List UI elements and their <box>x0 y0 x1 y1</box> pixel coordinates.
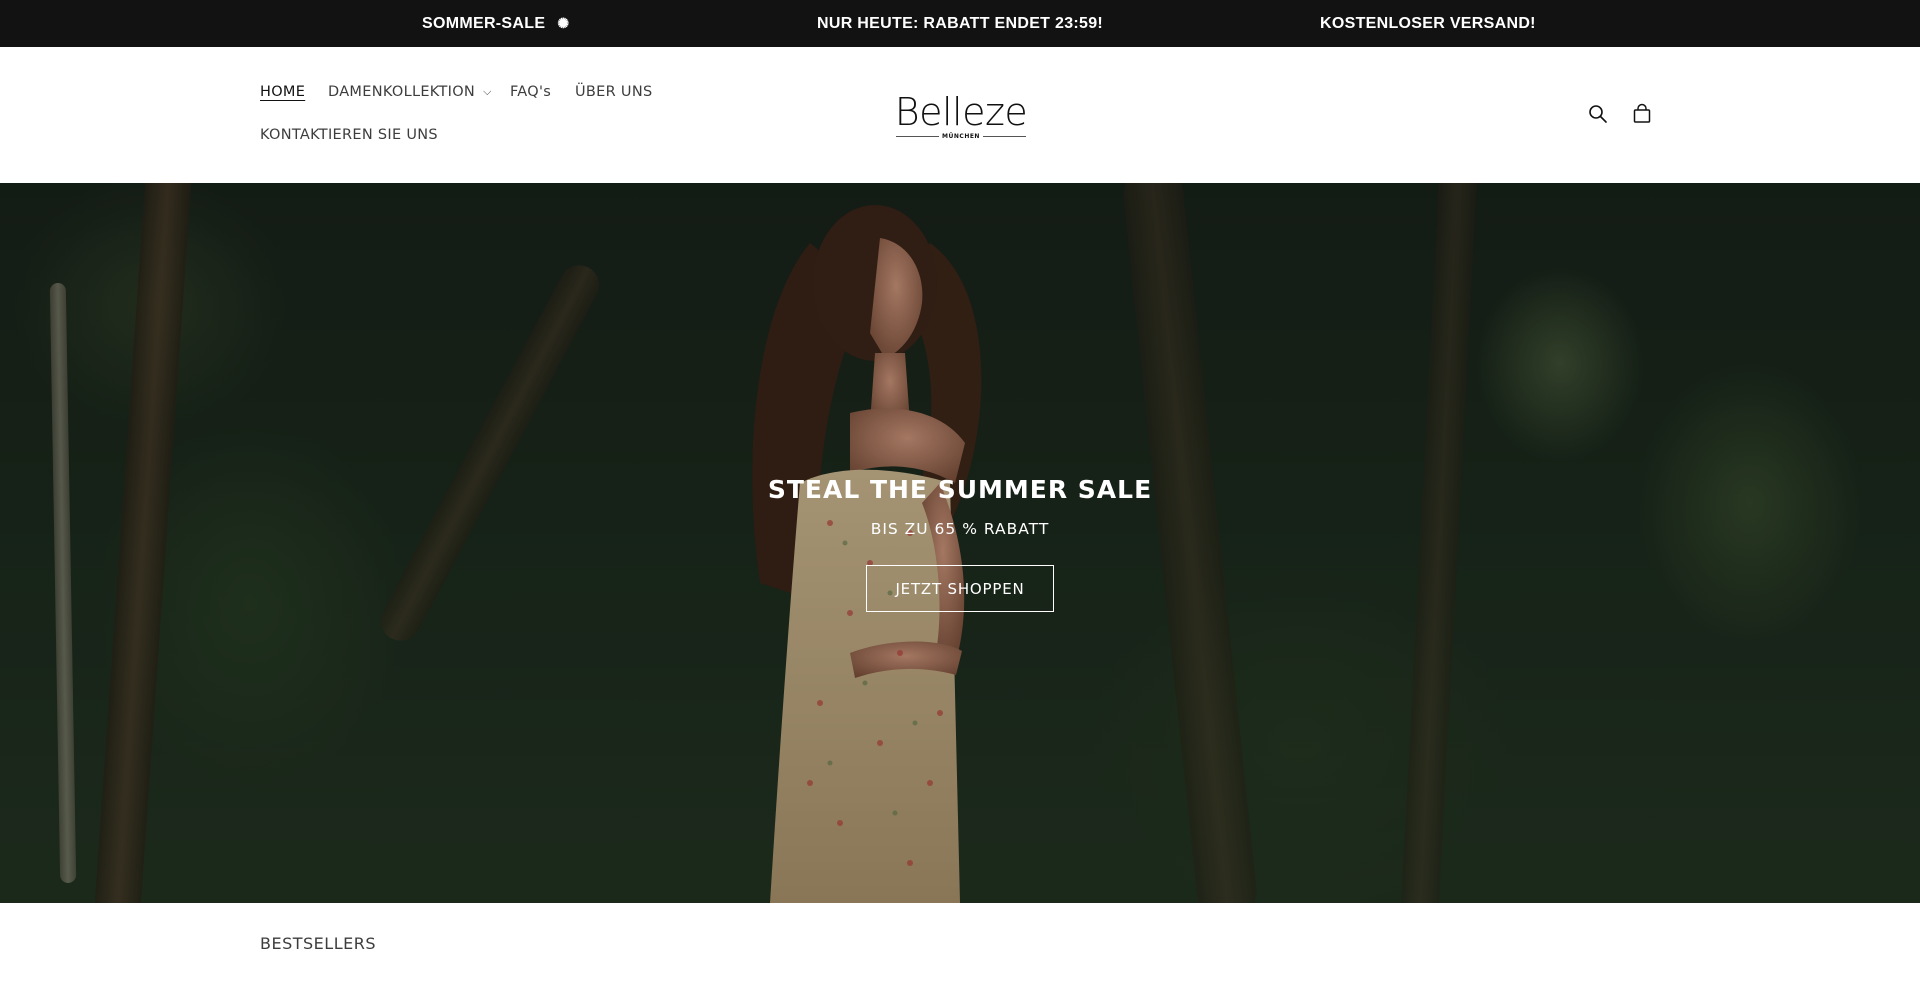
search-icon[interactable] <box>1583 99 1613 129</box>
announcement-bar: SOMMER-SALE ✺ NUR HEUTE: RABATT ENDET 23… <box>0 0 1920 47</box>
nav-home[interactable]: HOME <box>260 84 305 100</box>
sun-icon: ✺ <box>557 15 570 31</box>
logo-brand: Belleze <box>894 90 1028 134</box>
nav-damenkollektion-label: DAMENKOLLEKTION <box>328 84 476 100</box>
site-header: HOME DAMENKOLLEKTION ⌵ FAQ's ÜBER UNS KON… <box>0 47 1920 183</box>
logo-subline: MÜNCHEN <box>893 133 1029 140</box>
announcement-deadline-text: NUR HEUTE: RABATT ENDET 23:59! <box>817 14 1104 32</box>
nav-ueber-uns[interactable]: ÜBER UNS <box>575 84 652 100</box>
announcement-sale[interactable]: SOMMER-SALE ✺ <box>422 0 569 47</box>
hero-title: STEAL THE SUMMER SALE <box>767 475 1153 504</box>
nav-damenkollektion[interactable]: DAMENKOLLEKTION ⌵ <box>328 84 492 100</box>
nav-kontakt[interactable]: KONTAKTIEREN SIE UNS <box>260 127 438 143</box>
cart-icon[interactable] <box>1627 99 1657 129</box>
hero-banner: STEAL THE SUMMER SALE BIS ZU 65 % RABATT… <box>0 183 1920 903</box>
announcement-sale-text: SOMMER-SALE <box>422 14 546 32</box>
chevron-down-icon: ⌵ <box>483 85 492 98</box>
hero-subtitle: BIS ZU 65 % RABATT <box>870 520 1050 538</box>
logo-city: MÜNCHEN <box>942 133 980 140</box>
logo[interactable]: Belleze MÜNCHEN <box>893 93 1029 149</box>
announcement-shipping-text: KOSTENLOSER VERSAND! <box>1320 14 1536 32</box>
announcement-shipping[interactable]: KOSTENLOSER VERSAND! <box>1320 0 1536 47</box>
nav-faq[interactable]: FAQ's <box>510 84 551 100</box>
bestsellers-heading: BESTSELLERS <box>260 934 376 953</box>
announcement-deadline[interactable]: NUR HEUTE: RABATT ENDET 23:59! <box>817 0 1103 47</box>
shop-now-button[interactable]: JETZT SHOPPEN <box>866 565 1054 612</box>
